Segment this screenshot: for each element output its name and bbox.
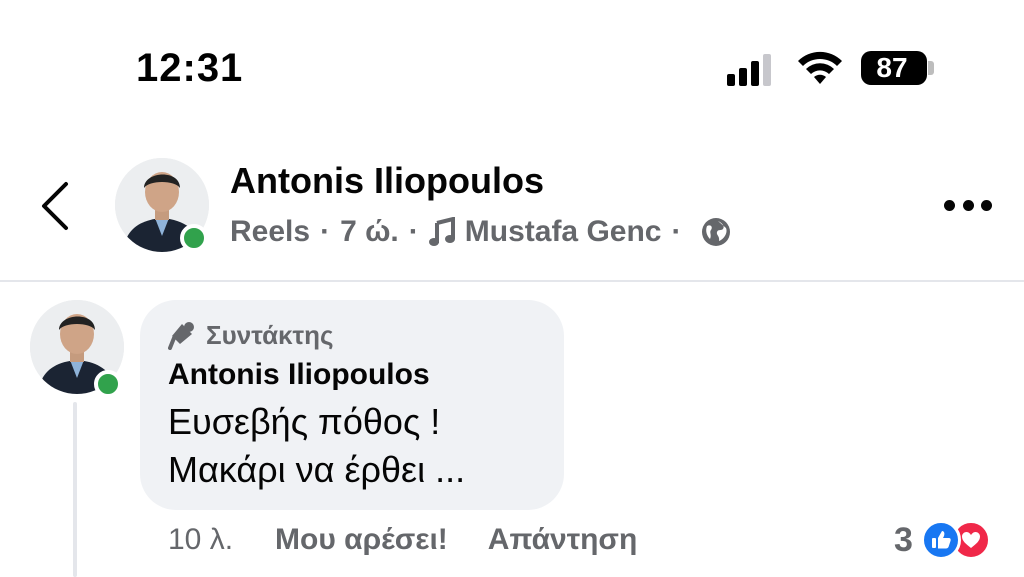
thumbs-up-icon <box>931 531 951 549</box>
like-button[interactable]: Μου αρέσει! <box>275 523 448 557</box>
globe-icon <box>702 218 731 246</box>
author-badge-label: Συντάκτης <box>206 319 334 350</box>
wifi-icon <box>798 51 842 84</box>
online-status-dot <box>94 370 122 398</box>
post-type[interactable]: Reels <box>230 215 310 249</box>
post-meta: Reels · 7 ώ. · Mustafa Genc · <box>230 212 731 252</box>
more-dot <box>962 199 974 211</box>
reactions-count: 3 <box>894 520 913 559</box>
header-divider <box>0 280 1024 282</box>
more-dot <box>981 199 992 211</box>
chevron-left-icon[interactable] <box>30 178 80 234</box>
more-options-button[interactable] <box>944 196 992 214</box>
thread-line <box>73 402 77 577</box>
cellular-signal-icon <box>727 54 773 86</box>
comment-text-line: Μακάρι να έρθει ... <box>168 449 466 490</box>
comment-time: 10 λ. <box>168 523 234 556</box>
status-bar-time: 12:31 <box>136 46 244 90</box>
microphone-icon <box>168 322 194 350</box>
battery-level: 87 <box>876 52 908 83</box>
battery-cap <box>928 61 934 75</box>
music-note-icon <box>428 217 455 246</box>
comment-text: Ευσεβής πόθος ! Μακάρι να έρθει ... <box>168 398 558 494</box>
music-track[interactable]: Mustafa Genc <box>465 215 662 249</box>
reply-button[interactable]: Απάντηση <box>488 523 638 557</box>
meta-separator: · <box>671 215 682 248</box>
heart-icon <box>961 532 980 548</box>
post-time[interactable]: 7 ώ. <box>340 215 399 249</box>
like-reaction-icon <box>920 520 961 560</box>
meta-separator: · <box>320 215 331 248</box>
meta-separator: · <box>408 215 419 248</box>
comment-text-line: Ευσεβής πόθος ! <box>168 401 441 442</box>
author-badge: Συντάκτης <box>168 318 334 352</box>
comment-actions: 10 λ. Μου αρέσει! Απάντηση <box>168 520 637 560</box>
battery-icon: 87 <box>861 51 927 85</box>
reactions-summary[interactable]: 3 <box>894 520 991 560</box>
more-dot <box>944 199 955 211</box>
comment-author-name[interactable]: Antonis Iliopoulos <box>168 358 430 392</box>
page-title[interactable]: Antonis Iliopoulos <box>230 160 544 202</box>
online-status-dot <box>180 224 208 252</box>
